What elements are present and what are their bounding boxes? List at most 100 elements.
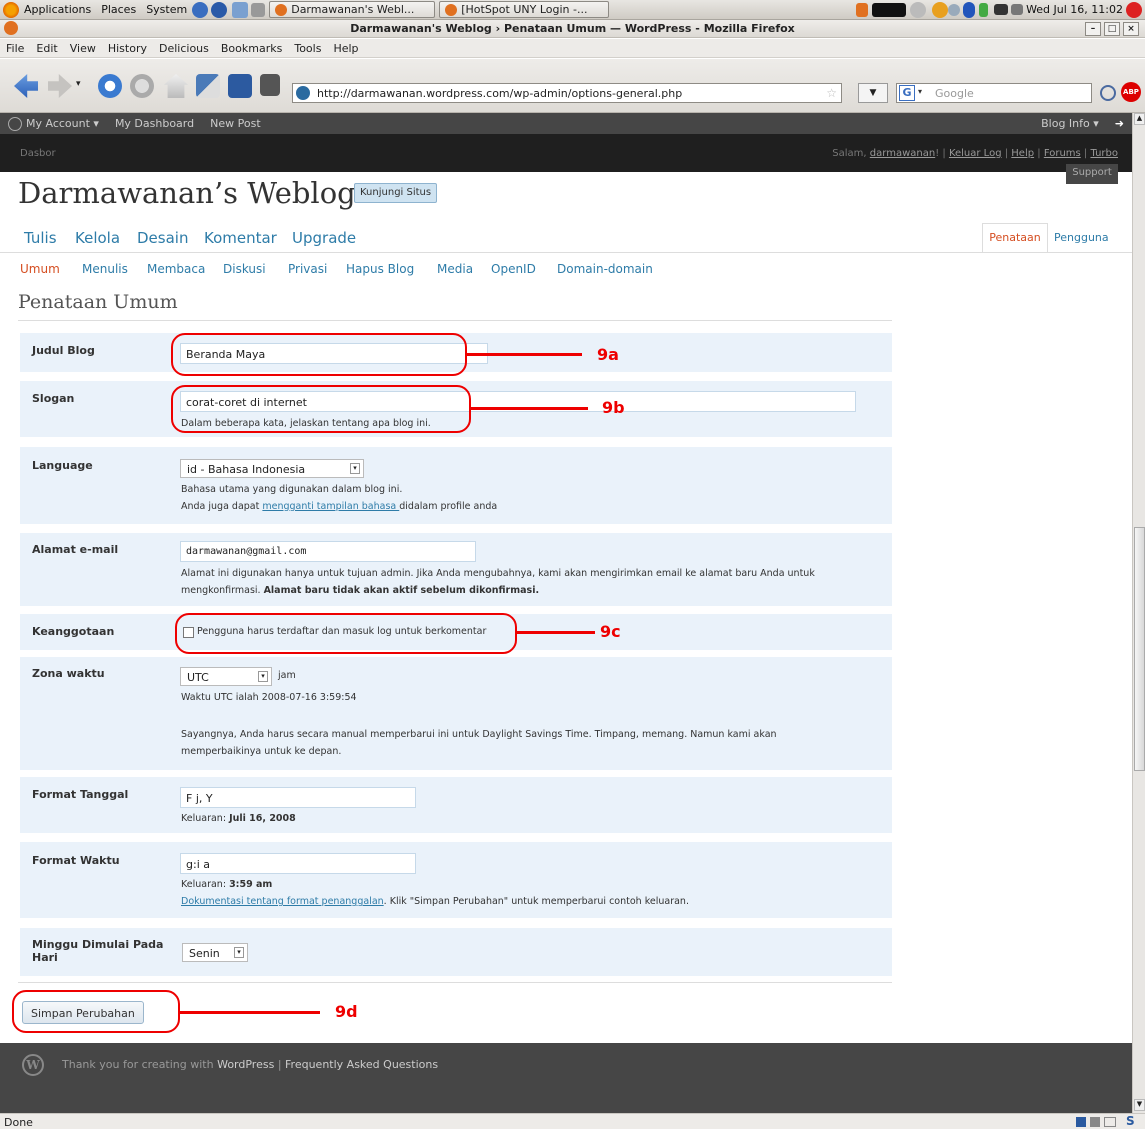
menu-delicious[interactable]: Delicious [153,42,215,55]
close-button[interactable]: × [1123,22,1139,36]
url-bar[interactable]: http://darmawanan.wordpress.com/wp-admin… [292,83,842,103]
show-desktop-icon[interactable] [251,2,266,17]
menu-tools[interactable]: Tools [288,42,327,55]
subnav-diskusi[interactable]: Diskusi [223,262,266,276]
wordpress-logo-icon[interactable] [8,116,22,131]
google-engine-icon[interactable]: G [899,85,915,101]
help-launcher-icon[interactable] [211,1,228,18]
bookmark-toolbar-icon[interactable] [228,74,252,98]
help-link[interactable]: Help [1011,148,1034,159]
forums-link[interactable]: Forums [1044,148,1081,159]
battery-icon[interactable] [979,2,989,17]
reload-icon[interactable] [98,74,122,98]
subnav-openid[interactable]: OpenID [491,262,536,276]
places-menu[interactable]: Places [96,3,141,16]
update-notifier-icon[interactable] [856,2,869,17]
home-icon[interactable] [164,74,188,98]
minimize-button[interactable]: – [1085,22,1101,36]
status-s-icon[interactable]: S [1126,1114,1135,1128]
scroll-thumb[interactable] [1134,527,1145,771]
menu-file[interactable]: File [0,42,30,55]
language-select[interactable]: id - Bahasa Indonesia ▾ [180,459,364,478]
nav-upgrade[interactable]: Upgrade [292,229,356,247]
label-slogan: Slogan [32,392,75,405]
adblock-plus-icon[interactable]: ABP [1121,82,1141,102]
menu-help[interactable]: Help [327,42,364,55]
volume-icon[interactable] [1011,4,1024,15]
status-mail-icon[interactable] [1104,1117,1116,1127]
menu-view[interactable]: View [64,42,102,55]
change-language-link[interactable]: mengganti tampilan bahasa [262,501,399,512]
search-magnifier-icon[interactable] [1100,85,1116,101]
menu-history[interactable]: History [102,42,153,55]
subnav-menulis[interactable]: Menulis [82,262,128,276]
url-dropdown-icon[interactable]: ▼ [858,83,888,103]
subnav-media[interactable]: Media [437,262,473,276]
stop-icon[interactable] [130,74,154,98]
network-gear-icon[interactable] [932,1,949,18]
subnav-hapus-blog[interactable]: Hapus Blog [346,262,414,276]
bluetooth-icon[interactable] [963,1,976,18]
editor-launcher-icon[interactable] [232,1,249,18]
subnav-umum[interactable]: Umum [20,262,60,276]
menu-bookmarks[interactable]: Bookmarks [215,42,288,55]
my-account-menu[interactable]: My Account ▾ [22,117,107,130]
power-icon[interactable] [1126,1,1142,18]
label-judul-blog: Judul Blog [32,344,95,357]
subnav-privasi[interactable]: Privasi [288,262,327,276]
back-arrow-icon[interactable] [14,74,38,98]
system-monitor-icon[interactable] [872,2,907,17]
brightness-icon[interactable] [910,1,927,18]
logout-link[interactable]: Keluar Log [949,148,1002,159]
search-box[interactable]: G ▾ Google [896,83,1092,103]
dasbor-link[interactable]: Dasbor [20,148,56,159]
visit-site-button[interactable]: Kunjungi Situs [354,183,438,203]
ubuntu-logo-icon[interactable] [3,1,19,18]
support-tab[interactable]: Support [1066,164,1118,184]
email-input[interactable]: darmawanan@gmail.com [180,541,476,562]
status-network-icon[interactable] [1076,1117,1086,1127]
vertical-scrollbar[interactable]: ▲ ▼ [1132,113,1145,1113]
save-page-icon[interactable] [196,74,220,98]
firefox-window-icon[interactable] [4,21,18,35]
date-format-docs-link[interactable]: Dokumentasi tentang format penanggalan [181,896,384,907]
engine-dropdown-icon[interactable]: ▾ [918,87,922,96]
taskbar-hotspot-window[interactable]: [HotSpot UNY Login -... [439,1,610,18]
scroll-up-icon[interactable]: ▲ [1134,113,1145,125]
tab-pengguna[interactable]: Pengguna [1054,231,1109,244]
bookmark-star-icon[interactable]: ☆ [826,86,837,100]
nav-tulis[interactable]: Tulis [24,229,57,247]
tag-icon[interactable] [260,74,280,96]
turbo-link[interactable]: Turbo [1090,148,1118,159]
forward-arrow-icon[interactable] [48,74,72,98]
nav-kelola[interactable]: Kelola [75,229,120,247]
wordpress-link[interactable]: WordPress [217,1058,274,1071]
applications-menu[interactable]: Applications [19,3,96,16]
cloud-icon[interactable] [948,3,961,16]
tab-penataan[interactable]: Penataan [982,223,1048,253]
week-start-select[interactable]: Senin ▾ [182,943,248,962]
subnav-domain[interactable]: Domain-domain [557,262,653,276]
signal-icon[interactable] [994,4,1009,15]
faq-link[interactable]: Frequently Asked Questions [285,1058,438,1071]
system-menu[interactable]: System [141,3,192,16]
nav-komentar[interactable]: Komentar [204,229,277,247]
timezone-select[interactable]: UTC ▾ [180,667,272,686]
history-dropdown-icon[interactable]: ▾ [76,79,81,89]
nav-desain[interactable]: Desain [137,229,188,247]
status-grid-icon[interactable] [1090,1117,1100,1127]
clock[interactable]: Wed Jul 16, 11:02 [1023,3,1126,16]
date-format-input[interactable]: F j, Y [180,787,416,808]
maximize-button[interactable]: □ [1104,22,1120,36]
new-post-link[interactable]: New Post [202,117,269,130]
scroll-down-icon[interactable]: ▼ [1134,1099,1145,1111]
time-format-input[interactable]: g:i a [180,853,416,874]
blog-info-menu[interactable]: Blog Info ▾ [1033,117,1107,130]
subnav-membaca[interactable]: Membaca [147,262,205,276]
taskbar-firefox-window[interactable]: Darmawanan's Webl... [269,1,436,18]
my-dashboard-link[interactable]: My Dashboard [107,117,202,130]
firefox-launcher-icon[interactable] [192,1,209,18]
menu-edit[interactable]: Edit [30,42,63,55]
username-link[interactable]: darmawanan [870,148,935,159]
arrow-right-icon[interactable]: ➜ [1107,117,1132,130]
